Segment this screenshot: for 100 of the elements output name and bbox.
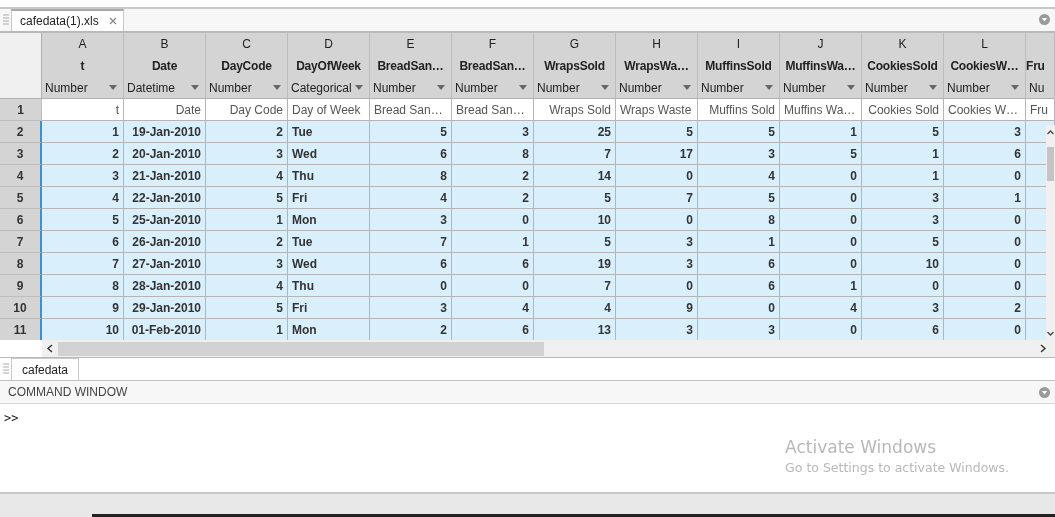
table-cell: 1 bbox=[780, 275, 862, 297]
document-tab[interactable]: cafedata(1).xls bbox=[11, 9, 124, 31]
variable-name[interactable]: Fru bbox=[1026, 55, 1055, 77]
table-cell: 3 bbox=[616, 319, 698, 340]
variable-name[interactable]: WrapsSold bbox=[534, 55, 616, 77]
scroll-thumb[interactable] bbox=[58, 341, 544, 356]
row-number[interactable]: 8 bbox=[0, 253, 42, 275]
close-icon[interactable] bbox=[108, 17, 117, 25]
table-cell: 3 bbox=[616, 253, 698, 275]
type-dropdown[interactable]: Number bbox=[42, 77, 124, 99]
scroll-left-icon[interactable] bbox=[46, 344, 54, 353]
table-cell: Bread San… bbox=[370, 99, 452, 121]
scroll-up-icon[interactable] bbox=[1046, 129, 1055, 136]
variable-name[interactable]: Date bbox=[124, 55, 206, 77]
row-number[interactable]: 2 bbox=[0, 121, 42, 143]
table-cell: Fru bbox=[1026, 99, 1055, 121]
row-number[interactable]: 4 bbox=[0, 165, 42, 187]
type-dropdown[interactable]: Number bbox=[944, 77, 1026, 99]
row-number[interactable]: 6 bbox=[0, 209, 42, 231]
variable-name[interactable]: CookiesW… bbox=[944, 55, 1026, 77]
table-cell: t bbox=[42, 99, 124, 121]
table-cell: 0 bbox=[944, 275, 1026, 297]
table-cell: 7 bbox=[42, 253, 124, 275]
table-cell: 29-Jan-2010 bbox=[124, 297, 206, 319]
collapse-icon[interactable] bbox=[1039, 14, 1050, 25]
vertical-scrollbar[interactable] bbox=[1046, 125, 1055, 340]
variable-name[interactable]: BreadSan… bbox=[452, 55, 534, 77]
table-cell: 3 bbox=[862, 209, 944, 231]
variable-name[interactable]: BreadSan… bbox=[370, 55, 452, 77]
table-cell: 1 bbox=[206, 319, 288, 340]
horizontal-scrollbar[interactable] bbox=[0, 340, 1055, 358]
table-cell: Day Code bbox=[206, 99, 288, 121]
row-number[interactable]: 10 bbox=[0, 297, 42, 319]
column-letter[interactable]: E bbox=[370, 33, 452, 55]
type-dropdown[interactable]: Number bbox=[534, 77, 616, 99]
row-number[interactable]: 9 bbox=[0, 275, 42, 297]
table-cell: Mon bbox=[288, 319, 370, 340]
type-dropdown[interactable]: Categorical bbox=[288, 77, 370, 99]
table-cell: 6 bbox=[452, 253, 534, 275]
table-cell: 10 bbox=[42, 319, 124, 340]
table-cell: 0 bbox=[452, 275, 534, 297]
type-dropdown[interactable]: Number bbox=[206, 77, 288, 99]
variable-name[interactable]: DayCode bbox=[206, 55, 288, 77]
scroll-thumb[interactable] bbox=[1047, 147, 1054, 181]
column-letter[interactable]: A bbox=[42, 33, 124, 55]
scroll-down-icon[interactable] bbox=[1046, 330, 1055, 337]
row-number[interactable]: 3 bbox=[0, 143, 42, 165]
table-cell: 6 bbox=[42, 231, 124, 253]
table-cell: 2 bbox=[452, 187, 534, 209]
column-letter[interactable]: F bbox=[452, 33, 534, 55]
row-number[interactable]: 1 bbox=[0, 99, 42, 121]
collapse-icon[interactable] bbox=[1039, 387, 1050, 398]
variable-name[interactable]: CookiesSold bbox=[862, 55, 944, 77]
type-dropdown[interactable]: Number bbox=[616, 77, 698, 99]
table-cell: 1 bbox=[42, 121, 124, 143]
type-dropdown[interactable]: Number bbox=[370, 77, 452, 99]
column-letter[interactable]: B bbox=[124, 33, 206, 55]
type-dropdown[interactable]: Datetime bbox=[124, 77, 206, 99]
column-letter[interactable]: J bbox=[780, 33, 862, 55]
table-cell: Thu bbox=[288, 165, 370, 187]
sheet-tab[interactable]: cafedata bbox=[11, 358, 80, 380]
column-letter[interactable]: G bbox=[534, 33, 616, 55]
column-letter[interactable]: K bbox=[862, 33, 944, 55]
table-cell: 5 bbox=[534, 187, 616, 209]
type-dropdown[interactable]: Number bbox=[452, 77, 534, 99]
table-cell: 4 bbox=[206, 165, 288, 187]
row-number[interactable]: 11 bbox=[0, 319, 42, 340]
variable-name[interactable]: DayOfWeek bbox=[288, 55, 370, 77]
scroll-right-icon[interactable] bbox=[1039, 344, 1047, 353]
table-cell: Wed bbox=[288, 253, 370, 275]
table-cell: 3 bbox=[452, 121, 534, 143]
table-cell: Day of Week bbox=[288, 99, 370, 121]
table-cell: 5 bbox=[780, 143, 862, 165]
table-cell: 3 bbox=[616, 231, 698, 253]
caret-icon bbox=[437, 85, 445, 90]
table-cell: 0 bbox=[944, 209, 1026, 231]
type-dropdown[interactable]: Number bbox=[780, 77, 862, 99]
variable-name[interactable]: MuffinsWa… bbox=[780, 55, 862, 77]
variable-name[interactable]: t bbox=[42, 55, 124, 77]
table-cell: 0 bbox=[780, 253, 862, 275]
caret-icon bbox=[1011, 85, 1019, 90]
type-dropdown[interactable]: Number bbox=[862, 77, 944, 99]
table-cell: 0 bbox=[780, 231, 862, 253]
column-letter[interactable]: C bbox=[206, 33, 288, 55]
table-cell: 0 bbox=[616, 275, 698, 297]
command-prompt[interactable]: >> bbox=[4, 411, 19, 425]
column-letter[interactable]: D bbox=[288, 33, 370, 55]
row-number[interactable]: 5 bbox=[0, 187, 42, 209]
caret-icon bbox=[355, 85, 363, 90]
table-cell: Wraps Sold bbox=[534, 99, 616, 121]
variable-name[interactable]: WrapsWa… bbox=[616, 55, 698, 77]
column-letter[interactable]: H bbox=[616, 33, 698, 55]
type-dropdown[interactable]: Number bbox=[698, 77, 780, 99]
row-number[interactable]: 7 bbox=[0, 231, 42, 253]
column-letter[interactable]: L bbox=[944, 33, 1026, 55]
variable-name[interactable]: MuffinsSold bbox=[698, 55, 780, 77]
column-letter[interactable]: I bbox=[698, 33, 780, 55]
table-cell: 9 bbox=[616, 297, 698, 319]
type-dropdown[interactable]: Nu bbox=[1026, 77, 1055, 99]
table-cell: 0 bbox=[616, 165, 698, 187]
